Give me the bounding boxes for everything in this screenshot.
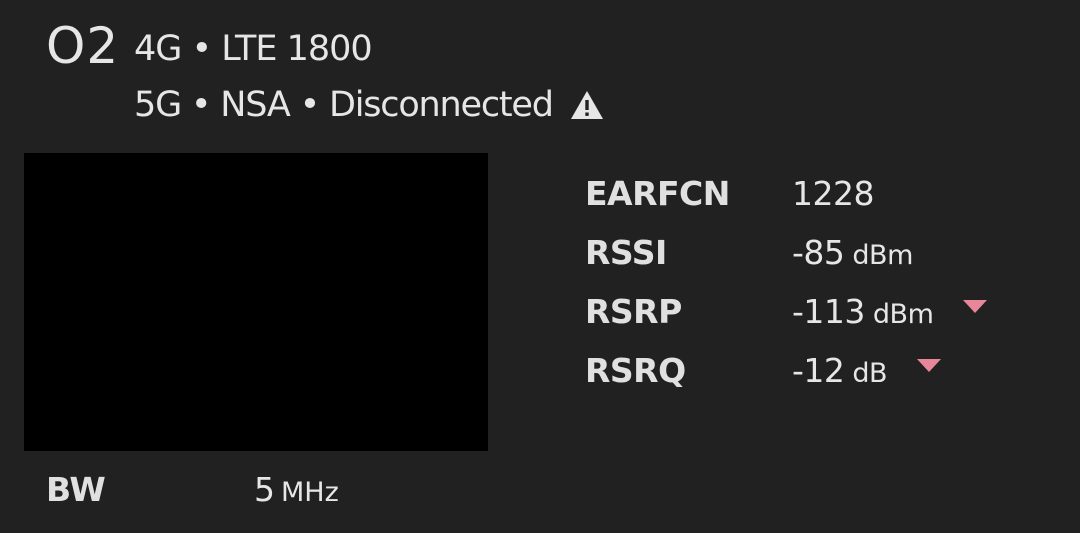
network-line-4g: 4G • LTE 1800 <box>134 29 373 69</box>
metric-unit: dBm <box>852 240 913 271</box>
bandwidth-unit: MHz <box>281 477 339 508</box>
metric-number: -12 <box>792 351 845 390</box>
metric-label: RSRP <box>585 292 682 331</box>
metric-value: 1228 <box>792 174 874 213</box>
metric-value: -12 dB <box>792 351 942 390</box>
metric-number: 1228 <box>792 174 874 213</box>
metric-value: -85 dBm <box>792 233 913 272</box>
metric-label: EARFCN <box>585 174 730 213</box>
metric-unit: dBm <box>872 299 934 330</box>
trend-down-icon <box>917 359 942 372</box>
warning-triangle-icon <box>569 89 605 121</box>
carrier-name: O2 <box>46 17 120 75</box>
bandwidth-label: BW <box>46 470 106 509</box>
metric-label: RSRQ <box>585 351 686 390</box>
metric-label: RSSI <box>585 233 667 272</box>
metric-number: -85 <box>792 233 845 272</box>
bandwidth-value: 5 MHz <box>254 470 339 509</box>
metric-unit: dB <box>852 358 888 389</box>
signal-graph-panel <box>24 153 488 451</box>
metric-value: -113 dBm <box>792 292 988 331</box>
network-5g-status: 5G • NSA • Disconnected <box>134 85 554 125</box>
network-line-5g: 5G • NSA • Disconnected <box>134 85 605 125</box>
bandwidth-number: 5 <box>254 470 275 509</box>
metric-number: -113 <box>792 292 865 331</box>
trend-down-icon <box>963 300 988 313</box>
